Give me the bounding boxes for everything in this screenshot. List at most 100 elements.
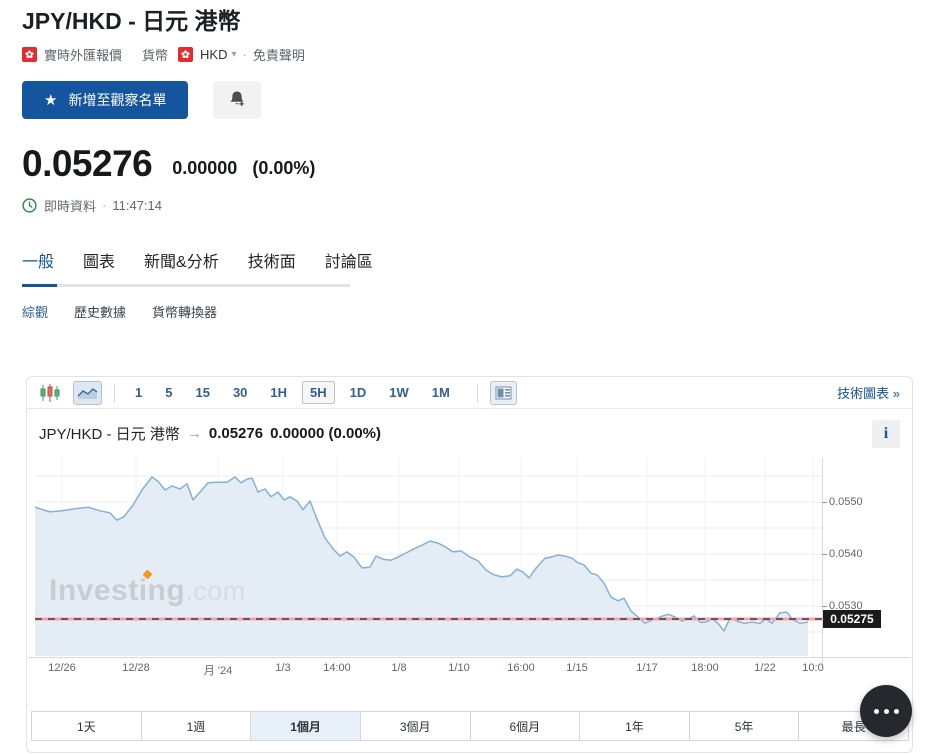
add-to-watchlist-button[interactable]: ★ 新增至觀察名單 <box>22 81 188 119</box>
actions-row: ★ 新增至觀察名單 <box>22 81 930 119</box>
x-axis-label: 18:00 <box>691 662 719 674</box>
change-value: 0.00000 <box>172 158 237 178</box>
news-panel-button[interactable] <box>490 381 517 405</box>
price-change: 0.00000 (0.00%) <box>172 158 315 183</box>
y-axis-label: 0.0540 <box>829 548 863 560</box>
x-axis-label: 1/10 <box>448 662 469 674</box>
info-button[interactable]: i <box>872 420 900 448</box>
active-tab-indicator <box>22 284 57 287</box>
timeframe-1d[interactable]: 1D <box>342 381 375 404</box>
investing-watermark: Investing.com <box>49 574 246 608</box>
realtime-row: 即時資料 · 11:47:14 <box>22 196 930 215</box>
chart-toolbar: 15 15 30 1H 5H 1D 1W 1M 技術圖表 » <box>27 377 912 409</box>
price-row: 0.05276 0.00000 (0.00%) <box>22 145 930 183</box>
y-axis-tick <box>822 502 827 503</box>
current-price-tag: 0.05275 <box>823 610 881 628</box>
chart-price: 0.05276 <box>209 425 263 442</box>
chevron-down-icon: ▾ <box>231 49 236 60</box>
period-1w[interactable]: 1週 <box>142 712 252 740</box>
timeframe-1h[interactable]: 1H <box>262 381 295 404</box>
timeframe-5[interactable]: 5 <box>157 381 180 404</box>
dot-icon <box>884 709 889 714</box>
instrument-header: JPY/HKD - 日元 港幣 實時外匯報價 貨幣 HKD ▾ · 免責聲明 ★… <box>0 0 930 321</box>
news-panel-icon <box>495 386 512 400</box>
tabs-track <box>22 284 350 287</box>
currency-value: HKD <box>200 47 227 62</box>
watermark-text: Investing <box>49 574 185 607</box>
chart-title-row: JPY/HKD - 日元 港幣 → 0.05276 0.00000 (0.00%… <box>27 409 912 458</box>
arrow-right-icon: → <box>187 425 202 442</box>
clock-icon <box>22 198 37 213</box>
x-axis-label: 1/3 <box>275 662 290 674</box>
line-chart-icon <box>77 386 98 400</box>
period-3m[interactable]: 3個月 <box>361 712 471 740</box>
hk-flag-icon <box>22 47 37 62</box>
x-axis-label: 1/17 <box>636 662 657 674</box>
timeframe-1w[interactable]: 1W <box>381 381 417 404</box>
candlestick-chart-button[interactable] <box>39 383 61 403</box>
tab-technical[interactable]: 技術面 <box>248 248 296 284</box>
subtab-overview[interactable]: 綜觀 <box>22 302 48 321</box>
timeframe-1m[interactable]: 1M <box>424 381 458 404</box>
subtab-historical-data[interactable]: 歷史數據 <box>74 302 126 321</box>
chart-widget: 15 15 30 1H 5H 1D 1W 1M 技術圖表 » JPY/HKD - 日元 港幣 … <box>26 376 913 753</box>
x-axis-line <box>28 657 911 658</box>
y-axis-label: 0.0550 <box>829 496 863 508</box>
timeframe-30[interactable]: 30 <box>225 381 255 404</box>
watermark-suffix: .com <box>185 576 246 606</box>
period-1d[interactable]: 1天 <box>32 712 142 740</box>
dot-icon <box>874 709 879 714</box>
hk-flag-icon <box>178 47 193 62</box>
x-axis-label: 1/22 <box>754 662 775 674</box>
dot-icon <box>894 709 899 714</box>
x-axis-label: 16:00 <box>507 662 535 674</box>
add-to-watchlist-label: 新增至觀察名單 <box>68 90 166 110</box>
x-axis-label: 1/15 <box>566 662 587 674</box>
chart-change: 0.00000 (0.00%) <box>270 425 381 442</box>
quote-time: 11:47:14 <box>112 198 162 213</box>
period-5y[interactable]: 5年 <box>690 712 800 740</box>
candlestick-icon <box>39 383 61 403</box>
tab-news-analysis[interactable]: 新聞&分析 <box>144 248 219 284</box>
quote-type-label: 實時外匯報價 <box>44 45 122 64</box>
dot-separator: · <box>102 198 106 213</box>
y-axis-tick <box>822 554 827 555</box>
page-title: JPY/HKD - 日元 港幣 <box>22 6 930 36</box>
toolbar-divider <box>114 384 115 402</box>
x-axis-label: 12/28 <box>122 662 150 674</box>
x-axis-label: 12/26 <box>48 662 76 674</box>
toolbar-divider <box>477 384 478 402</box>
subtab-currency-converter[interactable]: 貨幣轉換器 <box>152 302 217 321</box>
dot-separator: · <box>243 47 247 62</box>
disclaimer-link[interactable]: 免責聲明 <box>253 45 305 64</box>
last-price: 0.05276 <box>22 145 152 183</box>
change-percent: (0.00%) <box>252 158 315 178</box>
area-chart <box>35 458 822 657</box>
timeframe-5h[interactable]: 5H <box>302 381 335 404</box>
period-6m[interactable]: 6個月 <box>471 712 581 740</box>
currency-label: 貨幣 <box>142 45 168 64</box>
x-axis-label: 14:00 <box>323 662 351 674</box>
tab-discussions[interactable]: 討論區 <box>325 248 373 284</box>
create-alert-button[interactable] <box>213 81 261 119</box>
timeframe-1[interactable]: 1 <box>127 381 150 404</box>
tab-charts[interactable]: 圖表 <box>83 248 115 284</box>
bell-plus-icon <box>227 89 247 112</box>
chart-symbol: JPY/HKD - 日元 港幣 <box>39 423 180 444</box>
price-chart-plot[interactable]: Investing.com <box>35 458 822 657</box>
currency-dropdown[interactable]: HKD ▾ <box>200 47 236 62</box>
realtime-label: 即時資料 <box>44 196 96 215</box>
x-axis-label: 月 '24 <box>204 662 232 678</box>
y-axis-tick <box>822 606 827 607</box>
line-chart-button[interactable] <box>73 381 102 405</box>
timeframe-15[interactable]: 15 <box>187 381 217 404</box>
technical-chart-link[interactable]: 技術圖表 » <box>837 383 900 402</box>
period-1m[interactable]: 1個月 <box>251 712 361 740</box>
star-icon: ★ <box>44 93 57 108</box>
x-axis-label: 1/8 <box>391 662 406 674</box>
sub-tabs: 綜觀 歷史數據 貨幣轉換器 <box>22 302 930 321</box>
x-axis-label: 10:0 <box>802 662 823 674</box>
tab-general[interactable]: 一般 <box>22 248 54 284</box>
more-options-fab[interactable] <box>860 685 912 737</box>
period-1y[interactable]: 1年 <box>580 712 690 740</box>
